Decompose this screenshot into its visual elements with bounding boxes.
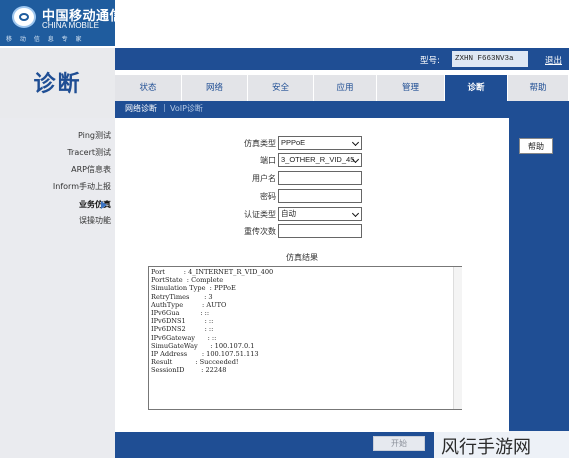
header-blank — [115, 0, 569, 46]
port-select[interactable]: 3_OTHER_R_VID_45 — [278, 153, 362, 167]
auth-type-select[interactable]: 自动 — [278, 207, 362, 221]
model-label: 型号: — [420, 56, 440, 66]
sidebar-item-ping[interactable]: Ping测试 — [78, 130, 111, 141]
chevron-down-icon — [351, 209, 360, 218]
model-value: ZXHN F663NV3a — [452, 51, 528, 67]
result-line: IPv6Gateway : :: — [151, 333, 217, 342]
password-input[interactable] — [278, 189, 362, 203]
result-line: Result : Succeeded! — [151, 358, 239, 367]
result-line: IPv6Gua : :: — [151, 309, 210, 318]
watermark: 风行手游网 — [441, 437, 531, 458]
result-title: 仿真结果 — [286, 253, 318, 262]
password-label: 密码 — [260, 192, 276, 201]
username-label: 用户名 — [252, 174, 276, 183]
retry-label: 重传次数 — [244, 227, 276, 236]
result-line: IPv6DNS1 : :: — [151, 317, 214, 326]
result-line: AuthType : AUTO — [151, 300, 227, 309]
port-label: 端口 — [260, 156, 276, 165]
tab-application[interactable]: 应用 — [314, 75, 377, 101]
auth-type-label: 认证类型 — [244, 210, 276, 219]
username-input[interactable] — [278, 171, 362, 185]
brand-slogan: 移 动 信 息 专 家 — [6, 36, 85, 43]
result-textarea[interactable]: Port : 4_INTERNET_R_VID_400 PortState : … — [148, 266, 462, 410]
port-value: 3_OTHER_R_VID_45 — [281, 155, 355, 164]
sidebar-item-arp[interactable]: ARP信息表 — [71, 164, 111, 175]
retry-input[interactable] — [278, 224, 362, 238]
chevron-down-icon — [351, 138, 360, 147]
help-column — [509, 118, 569, 458]
result-line: SessionID : 22248 — [151, 366, 227, 375]
sim-type-select[interactable]: PPPoE — [278, 136, 362, 150]
result-line: Simulation Type : PPPoE — [151, 284, 236, 293]
auth-type-value: 自动 — [281, 209, 296, 218]
subtab-divider: | — [163, 103, 166, 112]
subtab-network-diagnosis[interactable]: 网络诊断 — [125, 103, 157, 114]
tab-help[interactable]: 帮助 — [508, 75, 569, 101]
tab-diagnosis[interactable]: 诊断 — [445, 75, 508, 101]
sim-type-value: PPPoE — [281, 138, 306, 147]
sidebar-item-misc[interactable]: 误操功能 — [79, 215, 111, 226]
tab-network[interactable]: 网络 — [182, 75, 248, 101]
result-line: Port : 4_INTERNET_R_VID_400 — [151, 268, 274, 276]
result-line: IP Address : 100.107.51.113 — [151, 350, 259, 359]
tab-status[interactable]: 状态 — [115, 75, 182, 101]
subtab-voip-diagnosis[interactable]: VoIP诊断 — [170, 103, 203, 114]
result-line: IPv6DNS2 : :: — [151, 325, 214, 334]
arrow-right-icon — [101, 201, 107, 209]
start-button[interactable]: 开始 — [373, 436, 425, 451]
tab-management[interactable]: 管理 — [377, 75, 445, 101]
sidebar-item-inform[interactable]: Inform手动上报 — [53, 181, 111, 192]
brand-name-en: CHINA MOBILE — [42, 21, 99, 30]
tab-security[interactable]: 安全 — [248, 75, 314, 101]
page-title: 诊断 — [33, 72, 82, 97]
help-button[interactable]: 帮助 — [519, 138, 553, 154]
china-mobile-logo-icon — [12, 6, 36, 28]
result-line: SimuGateWay : 100.107.0.1 — [151, 341, 255, 350]
main-tab-bar: 状态 网络 安全 应用 管理 诊断 帮助 — [115, 75, 569, 101]
result-line: RetryTimes : 3 — [151, 292, 213, 301]
sim-type-label: 仿真类型 — [244, 139, 276, 148]
result-scrollbar[interactable] — [453, 267, 462, 409]
result-line: PortState : Complete — [151, 276, 224, 285]
sidebar-item-tracert[interactable]: Tracert测试 — [67, 147, 111, 158]
logout-link[interactable]: 退出 — [545, 54, 562, 66]
